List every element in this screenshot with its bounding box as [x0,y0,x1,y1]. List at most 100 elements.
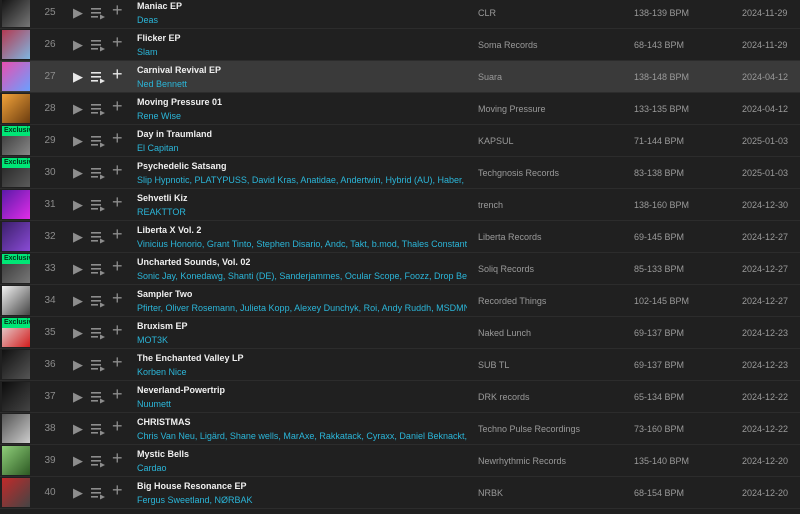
add-to-playlist-icon[interactable]: + [112,97,123,115]
add-to-queue-icon[interactable] [91,38,105,52]
track-row[interactable]: 32 ▶ + Liberta X Vol. 2 Vinicius Honorio, Gr… [0,221,800,253]
add-to-queue-icon[interactable] [91,166,105,180]
track-row[interactable]: 37 ▶ + Neverland-Powertrip Nuumett DRK record… [0,381,800,413]
record-label[interactable]: DRK records [478,381,530,413]
release-title[interactable]: Carnival Revival EP [137,65,221,75]
record-label[interactable]: Moving Pressure [478,93,546,125]
release-title[interactable]: Sehvetli Kiz [137,193,188,203]
release-title[interactable]: Liberta X Vol. 2 [137,225,201,235]
track-row[interactable]: 39 ▶ + Mystic Bells Cardao Newrhythmic Record… [0,445,800,477]
track-row[interactable]: Exclusive 35 ▶ + Bruxism EP MOT3K Naked Lunch 6… [0,317,800,349]
play-icon[interactable]: ▶ [73,326,83,340]
release-artists[interactable]: Nuumett [137,399,171,409]
record-label[interactable]: Liberta Records [478,221,542,253]
record-label[interactable]: Techno Pulse Recordings [478,413,580,445]
track-row[interactable]: 31 ▶ + Sehvetli Kiz REAKTTOR trench 138-160 BP… [0,189,800,221]
record-label[interactable]: Newrhythmic Records [478,445,566,477]
track-row[interactable]: Exclusive 30 ▶ + Psychedelic Satsang Slip Hyp… [0,157,800,189]
record-label[interactable]: Techgnosis Records [478,157,559,189]
record-label[interactable]: Naked Lunch [478,317,531,349]
play-icon[interactable]: ▶ [73,166,83,180]
release-artists[interactable]: Pfirter, Oliver Rosemann, Julieta Kopp, … [137,303,467,313]
album-art[interactable]: Exclusive [2,126,30,155]
release-title[interactable]: Moving Pressure 01 [137,97,222,107]
add-to-queue-icon[interactable] [91,294,105,308]
track-row[interactable]: 26 ▶ + Flicker EP Slam Soma Records 68-143 BPM… [0,29,800,61]
album-art[interactable] [2,190,30,219]
release-title[interactable]: Bruxism EP [137,321,188,331]
album-art[interactable] [2,382,30,411]
add-to-queue-icon[interactable] [91,422,105,436]
release-title[interactable]: Sampler Two [137,289,192,299]
release-artists[interactable]: REAKTTOR [137,207,186,217]
album-art[interactable] [2,62,30,91]
play-icon[interactable]: ▶ [73,230,83,244]
album-art[interactable] [2,94,30,123]
album-art[interactable] [2,478,30,507]
release-artists[interactable]: Rene Wise [137,111,181,121]
album-art[interactable] [2,446,30,475]
record-label[interactable]: NRBK [478,477,503,509]
release-artists[interactable]: El Capitan [137,143,179,153]
add-to-playlist-icon[interactable]: + [112,289,123,307]
add-to-playlist-icon[interactable]: + [112,257,123,275]
track-row[interactable]: 40 ▶ + Big House Resonance EP Fergus Sweetla… [0,477,800,509]
release-title[interactable]: Big House Resonance EP [137,481,247,491]
track-row[interactable]: 25 ▶ + Maniac EP Deas CLR 138-139 BPM 2024-11-2… [0,0,800,29]
release-artists[interactable]: MOT3K [137,335,168,345]
release-artists[interactable]: Slip Hypnotic, PLATYPUSS, David Kras, An… [137,175,467,185]
play-icon[interactable]: ▶ [73,358,83,372]
album-art[interactable]: Exclusive [2,254,30,283]
track-row[interactable]: 27 ▶ + Carnival Revival EP Ned Bennett Suara 1… [0,61,800,93]
add-to-queue-icon[interactable] [91,230,105,244]
add-to-queue-icon[interactable] [91,198,105,212]
album-art[interactable] [2,222,30,251]
add-to-queue-icon[interactable] [91,486,105,500]
add-to-queue-icon[interactable] [91,70,105,84]
release-title[interactable]: The Enchanted Valley LP [137,353,244,363]
release-title[interactable]: Day in Traumland [137,129,212,139]
add-to-queue-icon[interactable] [91,262,105,276]
track-row[interactable]: Exclusive 29 ▶ + Day in Traumland El Capitan K… [0,125,800,157]
record-label[interactable]: SUB TL [478,349,509,381]
release-artists[interactable]: Chris Van Neu, Ligärd, Shane wells, MarA… [137,431,467,441]
album-art[interactable]: Exclusive [2,318,30,347]
track-row[interactable]: 38 ▶ + CHRISTMAS Chris Van Neu, Ligärd, Shan… [0,413,800,445]
play-icon[interactable]: ▶ [73,102,83,116]
add-to-playlist-icon[interactable]: + [112,449,123,467]
add-to-playlist-icon[interactable]: + [112,417,123,435]
play-icon[interactable]: ▶ [73,454,83,468]
record-label[interactable]: CLR [478,0,496,29]
release-artists[interactable]: Vinicius Honorio, Grant Tinto, Stephen D… [137,239,467,249]
release-title[interactable]: Flicker EP [137,33,181,43]
play-icon[interactable]: ▶ [73,70,83,84]
release-title[interactable]: Mystic Bells [137,449,189,459]
add-to-playlist-icon[interactable]: + [112,321,123,339]
add-to-queue-icon[interactable] [91,102,105,116]
album-art[interactable] [2,350,30,379]
play-icon[interactable]: ▶ [73,134,83,148]
add-to-playlist-icon[interactable]: + [112,65,123,83]
play-icon[interactable]: ▶ [73,390,83,404]
play-icon[interactable]: ▶ [73,262,83,276]
play-icon[interactable]: ▶ [73,486,83,500]
add-to-queue-icon[interactable] [91,358,105,372]
track-row[interactable]: 34 ▶ + Sampler Two Pfirter, Oliver Rosemann,… [0,285,800,317]
album-art[interactable] [2,0,30,27]
play-icon[interactable]: ▶ [73,198,83,212]
add-to-playlist-icon[interactable]: + [112,353,123,371]
album-art[interactable] [2,286,30,315]
add-to-queue-icon[interactable] [91,134,105,148]
track-row[interactable]: 36 ▶ + The Enchanted Valley LP Korben Nice SU… [0,349,800,381]
record-label[interactable]: Recorded Things [478,285,546,317]
album-art[interactable]: Exclusive [2,158,30,187]
add-to-playlist-icon[interactable]: + [112,385,123,403]
add-to-playlist-icon[interactable]: + [112,481,123,499]
release-artists[interactable]: Fergus Sweetland, NØRBAK [137,495,253,505]
release-title[interactable]: Uncharted Sounds, Vol. 02 [137,257,250,267]
add-to-queue-icon[interactable] [91,326,105,340]
play-icon[interactable]: ▶ [73,6,83,20]
record-label[interactable]: trench [478,189,503,221]
release-artists[interactable]: Korben Nice [137,367,187,377]
add-to-playlist-icon[interactable]: + [112,129,123,147]
